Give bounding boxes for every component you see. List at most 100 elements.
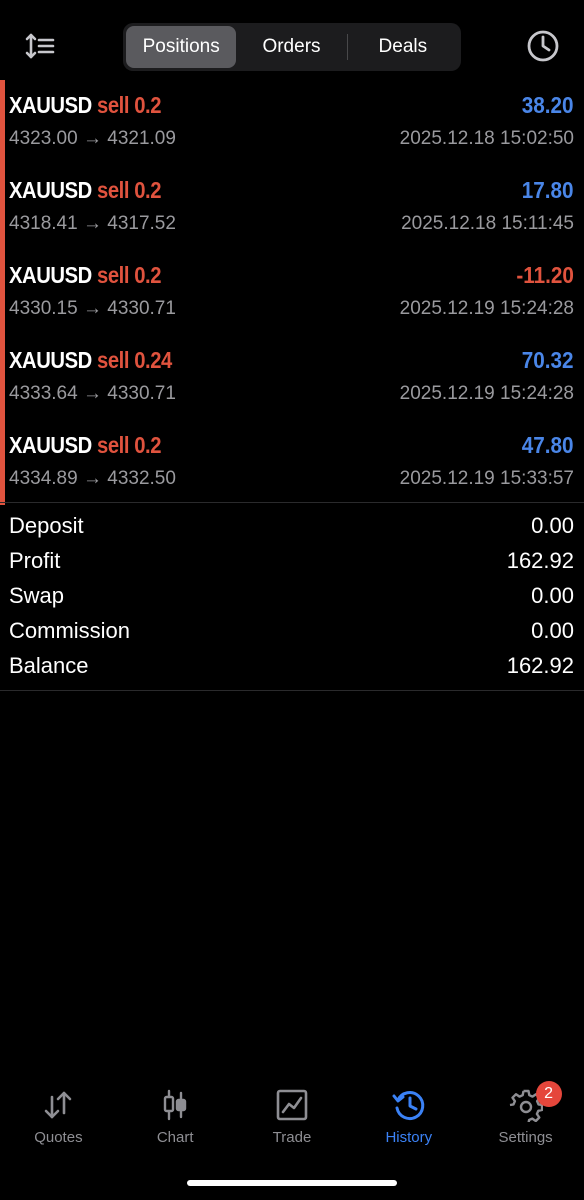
sell-indicator-bar [0, 420, 5, 505]
deal-time: 2025.12.19 15:33:57 [399, 468, 574, 489]
deal-symbol: XAUUSD [9, 347, 92, 373]
deal-volume: 0.2 [134, 262, 162, 288]
quotes-arrows-icon [45, 1091, 72, 1119]
deal-time: 2025.12.18 15:02:50 [399, 128, 574, 149]
trade-chart-icon [276, 1089, 308, 1121]
deal-side: sell [97, 262, 130, 288]
sort-button[interactable] [24, 32, 58, 60]
summary-value: 0.00 [531, 582, 574, 608]
tab-quotes-label: Quotes [34, 1129, 83, 1146]
arrow-right-icon: → [82, 213, 102, 234]
summary-section: Deposit 0.00 Profit 162.92 Swap 0.00 Com… [0, 509, 584, 683]
deal-title: XAUUSD sell 0.2 [9, 92, 161, 119]
tab-orders[interactable]: Orders [236, 26, 346, 68]
deal-profit: 17.80 [522, 177, 574, 203]
history-screen: Positions Orders Deals XAUUSD sell 0.2 3… [0, 0, 584, 1200]
summary-row-deposit: Deposit 0.00 [0, 509, 584, 544]
deal-volume: 0.2 [134, 92, 162, 118]
deal-row[interactable]: XAUUSD sell 0.2 17.80 4318.41 → 4317.52 … [0, 165, 584, 250]
tab-history[interactable]: History [350, 1080, 467, 1160]
summary-separator [0, 690, 584, 691]
header: Positions Orders Deals [0, 0, 584, 92]
deal-close-price: 4330.71 [107, 298, 176, 319]
deal-title: XAUUSD sell 0.2 [9, 177, 161, 204]
summary-value: 162.92 [506, 548, 574, 574]
deal-profit: 47.80 [522, 432, 574, 458]
sort-icon [25, 33, 55, 59]
deal-volume: 0.2 [134, 177, 162, 203]
deal-prices: 4334.89 → 4332.50 [9, 468, 176, 490]
deal-profit: 38.20 [522, 92, 574, 118]
deal-side: sell [97, 92, 130, 118]
summary-value: 0.00 [531, 513, 574, 539]
deal-prices: 4323.00 → 4321.09 [9, 128, 176, 150]
deal-open-price: 4333.64 [9, 383, 78, 404]
summary-row-commission: Commission 0.00 [0, 613, 584, 648]
deal-symbol: XAUUSD [9, 432, 92, 458]
deal-close-price: 4332.50 [107, 468, 176, 489]
tab-positions[interactable]: Positions [126, 26, 237, 68]
deal-volume: 0.2 [134, 432, 162, 458]
sell-indicator-bar [0, 165, 5, 250]
tab-settings-label: Settings [498, 1129, 553, 1146]
deal-time: 2025.12.18 15:11:45 [401, 213, 574, 234]
deal-symbol: XAUUSD [9, 177, 92, 203]
deal-title: XAUUSD sell 0.2 [9, 262, 161, 289]
clock-icon [527, 30, 559, 62]
arrow-right-icon: → [82, 383, 102, 404]
summary-label: Swap [9, 582, 65, 608]
summary-row-swap: Swap 0.00 [0, 579, 584, 614]
deal-open-price: 4334.89 [9, 468, 78, 489]
deal-row[interactable]: XAUUSD sell 0.24 70.32 4333.64 → 4330.71… [0, 335, 584, 420]
deal-close-price: 4321.09 [107, 128, 176, 149]
deal-profit: 70.32 [522, 347, 574, 373]
arrow-right-icon: → [82, 468, 102, 489]
deal-open-price: 4318.41 [9, 213, 78, 234]
arrow-right-icon: → [82, 298, 102, 319]
deal-title: XAUUSD sell 0.24 [9, 347, 172, 374]
summary-value: 0.00 [531, 617, 574, 643]
deal-side: sell [97, 177, 130, 203]
arrow-right-icon: → [82, 128, 102, 149]
summary-label: Balance [9, 652, 89, 678]
list-separator [0, 502, 584, 503]
tab-deals[interactable]: Deals [348, 26, 458, 68]
bottom-tab-bar: Quotes Chart Trade History Settings 2 [0, 1080, 584, 1160]
deal-symbol: XAUUSD [9, 92, 92, 118]
deal-row[interactable]: XAUUSD sell 0.2 47.80 4334.89 → 4332.50 … [0, 420, 584, 505]
deal-open-price: 4323.00 [9, 128, 78, 149]
history-view-segmented-control: Positions Orders Deals [123, 23, 461, 71]
deal-volume: 0.24 [134, 347, 172, 373]
sell-indicator-bar [0, 335, 5, 420]
sell-indicator-bar [0, 80, 5, 165]
deal-row[interactable]: XAUUSD sell 0.2 38.20 4323.00 → 4321.09 … [0, 80, 584, 165]
tab-orders-label: Orders [262, 36, 321, 57]
tab-settings[interactable]: Settings 2 [467, 1080, 584, 1160]
settings-notification-badge: 2 [535, 1081, 562, 1107]
deal-row[interactable]: XAUUSD sell 0.2 -11.20 4330.15 → 4330.71… [0, 250, 584, 335]
deal-close-price: 4317.52 [107, 213, 176, 234]
deal-title: XAUUSD sell 0.2 [9, 432, 161, 459]
tab-quotes[interactable]: Quotes [0, 1080, 117, 1160]
deal-time: 2025.12.19 15:24:28 [399, 298, 574, 319]
tab-trade[interactable]: Trade [234, 1080, 351, 1160]
deals-list: XAUUSD sell 0.2 38.20 4323.00 → 4321.09 … [0, 80, 584, 505]
deal-close-price: 4330.71 [107, 383, 176, 404]
tab-history-label: History [385, 1129, 433, 1146]
summary-label: Profit [9, 548, 61, 574]
deal-time: 2025.12.19 15:24:28 [399, 383, 574, 404]
deal-open-price: 4330.15 [9, 298, 78, 319]
tab-positions-label: Positions [142, 36, 220, 57]
period-button[interactable] [526, 29, 560, 63]
deal-symbol: XAUUSD [9, 262, 92, 288]
summary-label: Deposit [9, 513, 84, 539]
summary-label: Commission [9, 617, 131, 643]
deal-side: sell [97, 432, 130, 458]
summary-row-profit: Profit 162.92 [0, 544, 584, 579]
deal-prices: 4333.64 → 4330.71 [9, 383, 176, 405]
tab-chart[interactable]: Chart [117, 1080, 234, 1160]
deal-prices: 4318.41 → 4317.52 [9, 213, 176, 235]
home-indicator[interactable] [187, 1180, 397, 1186]
deal-side: sell [97, 347, 130, 373]
deal-prices: 4330.15 → 4330.71 [9, 298, 176, 320]
